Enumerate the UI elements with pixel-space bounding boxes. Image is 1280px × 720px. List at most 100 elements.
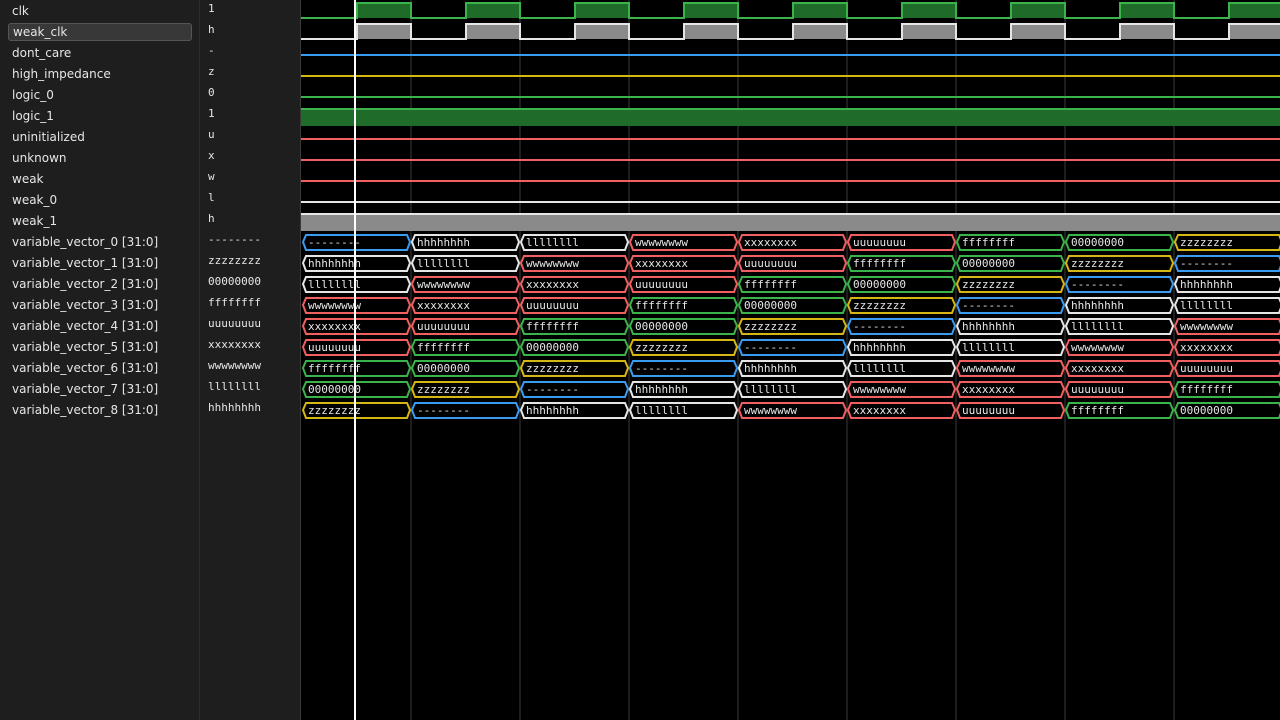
signal-value-variable-vector-1: zzzzzzzz bbox=[208, 254, 261, 267]
variable-vector-7-segment-label-7: uuuuuuuu bbox=[1071, 383, 1124, 396]
variable-vector-7-segment-label-6: xxxxxxxx bbox=[962, 383, 1015, 396]
weak-clk-pulse-7 bbox=[1120, 24, 1174, 39]
signal-name-uninitialized[interactable]: uninitialized bbox=[8, 128, 192, 146]
weak-1-level bbox=[301, 215, 1280, 231]
variable-vector-3-segment-label-1: xxxxxxxx bbox=[417, 299, 470, 312]
signal-value-dont-care: - bbox=[208, 44, 215, 57]
signal-value-variable-vector-6: wwwwwwww bbox=[208, 359, 261, 372]
variable-vector-3-segment-label-7: hhhhhhhh bbox=[1071, 299, 1124, 312]
variable-vector-7-segment-label-5: wwwwwwww bbox=[853, 383, 906, 396]
variable-vector-2-segment-label-7: -------- bbox=[1071, 278, 1124, 291]
variable-vector-5-segment-label-3: zzzzzzzz bbox=[635, 341, 688, 354]
variable-vector-4-segment-label-0: xxxxxxxx bbox=[308, 320, 361, 333]
variable-vector-0-segment-label-3: wwwwwwww bbox=[635, 236, 688, 249]
variable-vector-5-segment-label-8: xxxxxxxx bbox=[1180, 341, 1233, 354]
variable-vector-1-segment-label-2: wwwwwwww bbox=[526, 257, 579, 270]
variable-vector-8-segment-label-3: llllllll bbox=[635, 404, 688, 417]
waveform-canvas[interactable]: -------- hhhhhhhh llllllll wwwwwwww xxxxxxxx… bbox=[301, 0, 1280, 720]
signal-value-weak-clk: h bbox=[208, 23, 215, 36]
signal-name-variable-vector-4[interactable]: variable_vector_4 [31:0] bbox=[8, 317, 192, 335]
signal-value-weak: w bbox=[208, 170, 215, 183]
variable-vector-1-segment-label-6: 00000000 bbox=[962, 257, 1015, 270]
signal-name-weak-1[interactable]: weak_1 bbox=[8, 212, 192, 230]
variable-vector-6-segment-label-3: -------- bbox=[635, 362, 688, 375]
waveform-view[interactable]: -------- hhhhhhhh llllllll wwwwwwww xxxxxxxx… bbox=[301, 0, 1280, 720]
signal-value-weak-0: l bbox=[208, 191, 215, 204]
variable-vector-4-segment-label-3: 00000000 bbox=[635, 320, 688, 333]
variable-vector-8-segment-label-4: wwwwwwww bbox=[744, 404, 797, 417]
variable-vector-0-segment-label-4: xxxxxxxx bbox=[744, 236, 797, 249]
variable-vector-1-segment-label-5: ffffffff bbox=[853, 257, 906, 270]
weak-clk-pulse-4 bbox=[793, 24, 847, 39]
weak-clk-pulse-8 bbox=[1229, 24, 1280, 39]
signal-value-variable-vector-2: 00000000 bbox=[208, 275, 261, 288]
variable-vector-6-segment-label-4: hhhhhhhh bbox=[744, 362, 797, 375]
signal-name-variable-vector-5[interactable]: variable_vector_5 [31:0] bbox=[8, 338, 192, 356]
signal-value-unknown: x bbox=[208, 149, 215, 162]
signal-name-weak-clk[interactable]: weak_clk bbox=[8, 23, 192, 41]
signal-value-variable-vector-4: uuuuuuuu bbox=[208, 317, 261, 330]
clk-pulse-1 bbox=[466, 3, 520, 18]
signal-name-variable-vector-8[interactable]: variable_vector_8 [31:0] bbox=[8, 401, 192, 419]
variable-vector-4-segment-label-8: wwwwwwww bbox=[1180, 320, 1233, 333]
variable-vector-8-segment-label-1: -------- bbox=[417, 404, 470, 417]
variable-vector-5-segment-label-1: ffffffff bbox=[417, 341, 470, 354]
variable-vector-0-segment-label-6: ffffffff bbox=[962, 236, 1015, 249]
variable-vector-7-segment-label-8: ffffffff bbox=[1180, 383, 1233, 396]
weak-clk-pulse-0 bbox=[357, 24, 411, 39]
variable-vector-4-segment-label-2: ffffffff bbox=[526, 320, 579, 333]
variable-vector-7-segment-label-0: 00000000 bbox=[308, 383, 361, 396]
signal-value-logic-1: 1 bbox=[208, 107, 215, 120]
signal-value-weak-1: h bbox=[208, 212, 215, 225]
signal-value-high-impedance: z bbox=[208, 65, 215, 78]
variable-vector-4-segment-label-7: llllllll bbox=[1071, 320, 1124, 333]
signal-value-variable-vector-3: ffffffff bbox=[208, 296, 261, 309]
variable-vector-2-segment-label-8: hhhhhhhh bbox=[1180, 278, 1233, 291]
weak-clk-pulse-6 bbox=[1011, 24, 1065, 39]
variable-vector-3-segment-label-0: wwwwwwww bbox=[308, 299, 361, 312]
signal-name-high-impedance[interactable]: high_impedance bbox=[8, 65, 192, 83]
signal-name-variable-vector-0[interactable]: variable_vector_0 [31:0] bbox=[8, 233, 192, 251]
signal-name-weak-0[interactable]: weak_0 bbox=[8, 191, 192, 209]
signal-name-panel: clk weak_clk dont_care high_impedance logic_… bbox=[0, 0, 200, 720]
clk-pulse-0 bbox=[357, 3, 411, 18]
signal-name-variable-vector-6[interactable]: variable_vector_6 [31:0] bbox=[8, 359, 192, 377]
variable-vector-7-segment-label-3: hhhhhhhh bbox=[635, 383, 688, 396]
variable-vector-2-segment-label-2: xxxxxxxx bbox=[526, 278, 579, 291]
weak-clk-pulse-1 bbox=[466, 24, 520, 39]
variable-vector-5-segment-label-5: hhhhhhhh bbox=[853, 341, 906, 354]
variable-vector-5-segment-label-0: uuuuuuuu bbox=[308, 341, 361, 354]
variable-vector-2-segment-label-6: zzzzzzzz bbox=[962, 278, 1015, 291]
clk-pulse-7 bbox=[1120, 3, 1174, 18]
signal-value-clk: 1 bbox=[208, 2, 215, 15]
signal-name-dont-care[interactable]: dont_care bbox=[8, 44, 192, 62]
signal-name-logic-0[interactable]: logic_0 bbox=[8, 86, 192, 104]
weak-clk-pulse-3 bbox=[684, 24, 738, 39]
variable-vector-0-segment-label-2: llllllll bbox=[526, 236, 579, 249]
variable-vector-1-segment-label-1: llllllll bbox=[417, 257, 470, 270]
signal-name-weak[interactable]: weak bbox=[8, 170, 192, 188]
variable-vector-3-segment-label-2: uuuuuuuu bbox=[526, 299, 579, 312]
variable-vector-7-segment-label-1: zzzzzzzz bbox=[417, 383, 470, 396]
signal-name-variable-vector-7[interactable]: variable_vector_7 [31:0] bbox=[8, 380, 192, 398]
variable-vector-8-segment-label-6: uuuuuuuu bbox=[962, 404, 1015, 417]
clk-pulse-6 bbox=[1011, 3, 1065, 18]
signal-value-variable-vector-0: -------- bbox=[208, 233, 261, 246]
variable-vector-1-segment-label-8: -------- bbox=[1180, 257, 1233, 270]
variable-vector-7-segment-label-2: -------- bbox=[526, 383, 579, 396]
signal-name-logic-1[interactable]: logic_1 bbox=[8, 107, 192, 125]
variable-vector-4-segment-label-5: -------- bbox=[853, 320, 906, 333]
signal-name-variable-vector-1[interactable]: variable_vector_1 [31:0] bbox=[8, 254, 192, 272]
variable-vector-2-segment-label-1: wwwwwwww bbox=[417, 278, 470, 291]
signal-name-unknown[interactable]: unknown bbox=[8, 149, 192, 167]
variable-vector-1-segment-label-3: xxxxxxxx bbox=[635, 257, 688, 270]
variable-vector-6-segment-label-0: ffffffff bbox=[308, 362, 361, 375]
signal-name-variable-vector-3[interactable]: variable_vector_3 [31:0] bbox=[8, 296, 192, 314]
variable-vector-0-segment-label-0: -------- bbox=[308, 236, 361, 249]
variable-vector-3-segment-label-4: 00000000 bbox=[744, 299, 797, 312]
variable-vector-6-segment-label-5: llllllll bbox=[853, 362, 906, 375]
signal-name-variable-vector-2[interactable]: variable_vector_2 [31:0] bbox=[8, 275, 192, 293]
variable-vector-6-segment-label-7: xxxxxxxx bbox=[1071, 362, 1124, 375]
signal-value-uninitialized: u bbox=[208, 128, 215, 141]
signal-name-clk[interactable]: clk bbox=[8, 2, 192, 20]
